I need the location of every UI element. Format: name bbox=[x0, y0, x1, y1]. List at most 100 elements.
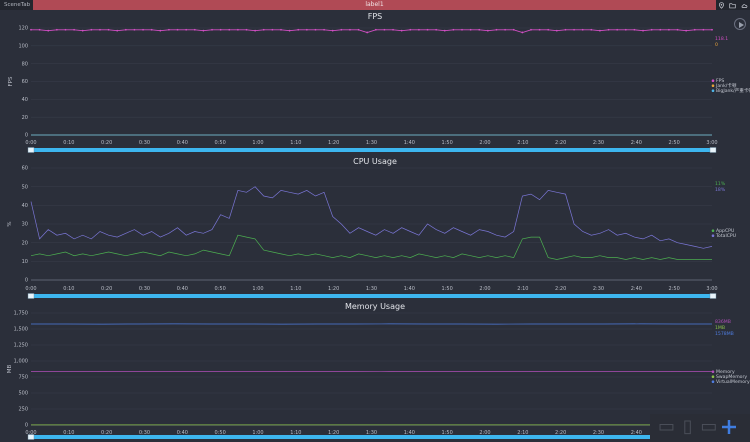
fps-point bbox=[452, 28, 455, 31]
x-tick-label: 0:20 bbox=[101, 286, 112, 292]
y-tick-label: 100 bbox=[18, 44, 28, 50]
x-tick-label: 1:50 bbox=[442, 140, 453, 146]
fps-point bbox=[142, 28, 144, 31]
fps-point bbox=[711, 28, 713, 31]
scrollbar-handle-right[interactable] bbox=[709, 293, 717, 299]
fps-point bbox=[409, 28, 412, 31]
x-tick-label: 2:10 bbox=[517, 140, 528, 146]
fps-point bbox=[530, 28, 532, 31]
fps-point bbox=[297, 28, 300, 31]
x-tick-label: 1:40 bbox=[404, 286, 415, 292]
x-tick-label: 2:30 bbox=[593, 286, 604, 292]
y-tick-label: 50 bbox=[22, 184, 28, 190]
x-tick-label: 0:50 bbox=[215, 286, 226, 292]
legend-swatch bbox=[711, 380, 715, 384]
legend-total-cpu: TotalCPU bbox=[715, 233, 736, 239]
fps-point bbox=[650, 28, 653, 31]
fps-point bbox=[504, 28, 507, 31]
scrollbar-handle-left[interactable] bbox=[27, 434, 35, 440]
x-tick-label: 2:00 bbox=[479, 286, 490, 292]
x-tick-label: 1:20 bbox=[328, 286, 339, 292]
x-tick-label: 0:50 bbox=[215, 140, 226, 146]
fps-point bbox=[642, 29, 644, 32]
fps-point bbox=[288, 29, 291, 32]
legend-swatch bbox=[711, 234, 715, 237]
y-tick-label: 30 bbox=[22, 222, 28, 228]
fps-point bbox=[633, 28, 636, 31]
x-tick-label: 0:20 bbox=[101, 140, 112, 146]
fps-point bbox=[564, 28, 567, 31]
fps-point bbox=[323, 28, 325, 31]
y-axis-label: FPS bbox=[8, 76, 14, 86]
current-value: 18% bbox=[715, 187, 726, 193]
fps-point bbox=[400, 29, 403, 32]
x-tick-label: 0:00 bbox=[25, 140, 36, 146]
fps-point bbox=[133, 28, 136, 31]
fps-point bbox=[590, 28, 593, 31]
fps-point bbox=[676, 28, 679, 31]
x-tick-label: 1:00 bbox=[252, 140, 263, 146]
fps-point bbox=[30, 28, 32, 31]
x-tick-label: 1:50 bbox=[442, 286, 453, 292]
legend-swatch bbox=[711, 84, 715, 87]
fps-point bbox=[599, 29, 601, 32]
timeline-scrollbar[interactable] bbox=[28, 435, 716, 439]
fps-point bbox=[426, 28, 429, 31]
x-tick-label: 3:00 bbox=[706, 140, 717, 146]
x-tick-label: 1:10 bbox=[290, 140, 301, 146]
y-axis-label: MB bbox=[7, 365, 13, 374]
current-value: 11% bbox=[715, 181, 726, 187]
fps-point bbox=[245, 28, 248, 31]
fps-point bbox=[55, 28, 58, 31]
x-tick-label: 1:30 bbox=[366, 140, 377, 146]
scrollbar-handle-left[interactable] bbox=[27, 147, 35, 153]
x-tick-label: 2:50 bbox=[669, 286, 680, 292]
timeline-scrollbar[interactable] bbox=[28, 294, 716, 298]
y-tick-label: 60 bbox=[22, 166, 28, 172]
fps-point bbox=[262, 28, 265, 31]
scrollbar-handle-left[interactable] bbox=[27, 293, 35, 299]
fps-point bbox=[228, 28, 231, 31]
fps-point bbox=[366, 31, 369, 34]
legend-virtual-memory: VirtualMemory bbox=[716, 379, 750, 385]
x-tick-label: 3:00 bbox=[706, 286, 717, 292]
fps-point bbox=[314, 28, 317, 31]
fps-point bbox=[73, 28, 76, 31]
legend-swatch bbox=[711, 375, 715, 379]
x-tick-label: 0:10 bbox=[63, 140, 74, 146]
fps-point bbox=[211, 28, 213, 31]
fps-point bbox=[702, 28, 705, 31]
fps-point bbox=[305, 28, 308, 31]
x-tick-label: 0:40 bbox=[177, 140, 188, 146]
y-tick-label: 10 bbox=[22, 259, 28, 265]
fps-point bbox=[573, 28, 575, 31]
current-value: 0 bbox=[715, 42, 718, 48]
scrollbar-handle-right[interactable] bbox=[709, 147, 717, 153]
fps-point bbox=[461, 28, 463, 31]
fps-point bbox=[349, 28, 351, 31]
fps-point bbox=[150, 28, 153, 31]
fps-point bbox=[168, 28, 170, 31]
x-tick-label: 1:10 bbox=[290, 286, 301, 292]
x-tick-label: 1:20 bbox=[328, 140, 339, 146]
fps-point bbox=[64, 28, 67, 31]
plus-icon[interactable] bbox=[720, 418, 738, 436]
fps-point bbox=[124, 28, 127, 31]
fps-point bbox=[374, 28, 377, 31]
legend-jank: Jank/卡顿 bbox=[715, 82, 737, 89]
y-tick-label: 1,750 bbox=[14, 311, 28, 317]
fps-point bbox=[443, 29, 446, 32]
fps-point bbox=[555, 29, 558, 32]
fps-point bbox=[340, 28, 343, 31]
current-value: 1MB bbox=[715, 325, 725, 331]
x-tick-label: 0:30 bbox=[139, 140, 150, 146]
fps-point bbox=[176, 28, 179, 31]
fps-point bbox=[47, 29, 50, 32]
timeline-scrollbar[interactable] bbox=[28, 148, 716, 152]
fps-point bbox=[521, 31, 524, 34]
y-tick-label: 20 bbox=[22, 115, 28, 121]
y-tick-label: 0 bbox=[25, 133, 28, 139]
fps-point bbox=[693, 28, 696, 31]
x-tick-label: 1:40 bbox=[404, 140, 415, 146]
y-tick-label: 40 bbox=[22, 203, 28, 209]
